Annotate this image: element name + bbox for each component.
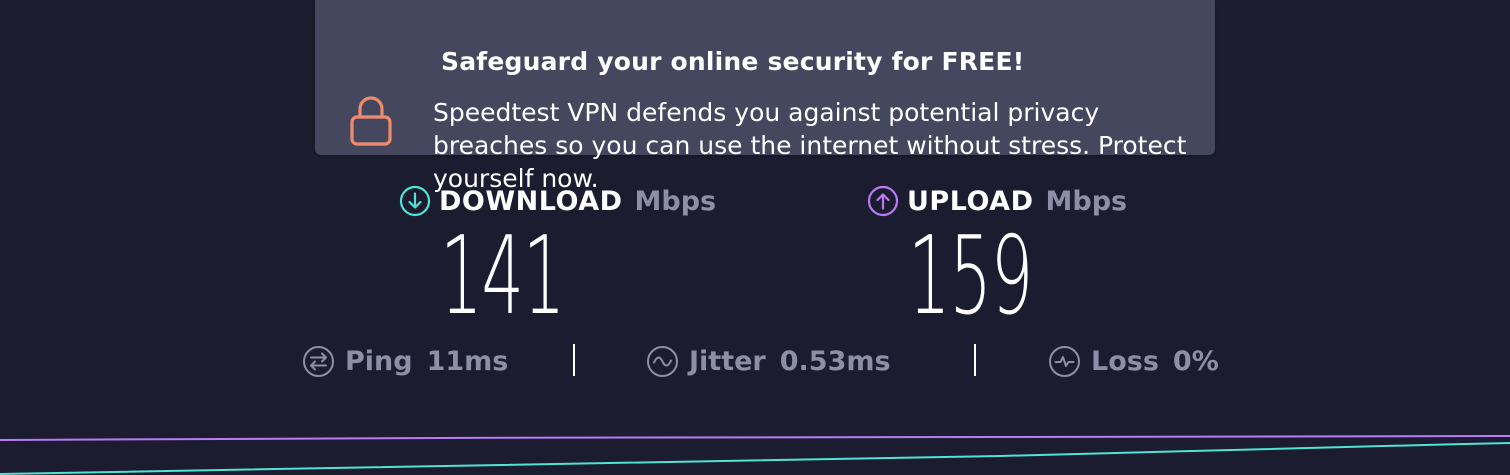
loss-value: 0% xyxy=(1172,345,1219,377)
jitter-label: Jitter xyxy=(689,345,766,377)
stat-divider xyxy=(573,344,575,376)
jitter-stat: Jitter 0.53ms xyxy=(646,342,891,380)
loss-stat: Loss 0% xyxy=(1048,342,1219,380)
download-graph-line xyxy=(0,442,1510,475)
upload-label: UPLOAD xyxy=(907,185,1034,217)
download-unit: Mbps xyxy=(634,185,717,217)
ping-value: 11ms xyxy=(426,345,509,377)
download-speed-value: 141 xyxy=(440,214,565,339)
vpn-promo-body: Speedtest VPN defends you against potent… xyxy=(433,98,1187,193)
speed-graph xyxy=(0,435,1510,475)
ping-icon xyxy=(303,345,334,377)
arrow-up-circle-icon xyxy=(867,185,899,217)
ping-stat: Ping 11ms xyxy=(302,342,508,380)
upload-graph-line xyxy=(0,435,1510,441)
speedtest-results-screen: Safeguard your online security for FREE!… xyxy=(0,0,1510,475)
upload-speed-value: 159 xyxy=(908,214,1033,339)
lock-icon xyxy=(350,96,392,146)
jitter-value: 0.53ms xyxy=(779,345,891,377)
vpn-promo-title: Safeguard your online security for FREE! xyxy=(441,47,1025,76)
download-label: DOWNLOAD xyxy=(439,185,623,217)
stat-divider xyxy=(974,344,976,376)
arrow-down-circle-icon xyxy=(399,185,431,217)
ping-label: Ping xyxy=(345,345,413,377)
upload-unit: Mbps xyxy=(1045,185,1128,217)
jitter-icon xyxy=(647,345,678,377)
loss-icon xyxy=(1049,345,1080,377)
loss-label: Loss xyxy=(1091,345,1159,377)
